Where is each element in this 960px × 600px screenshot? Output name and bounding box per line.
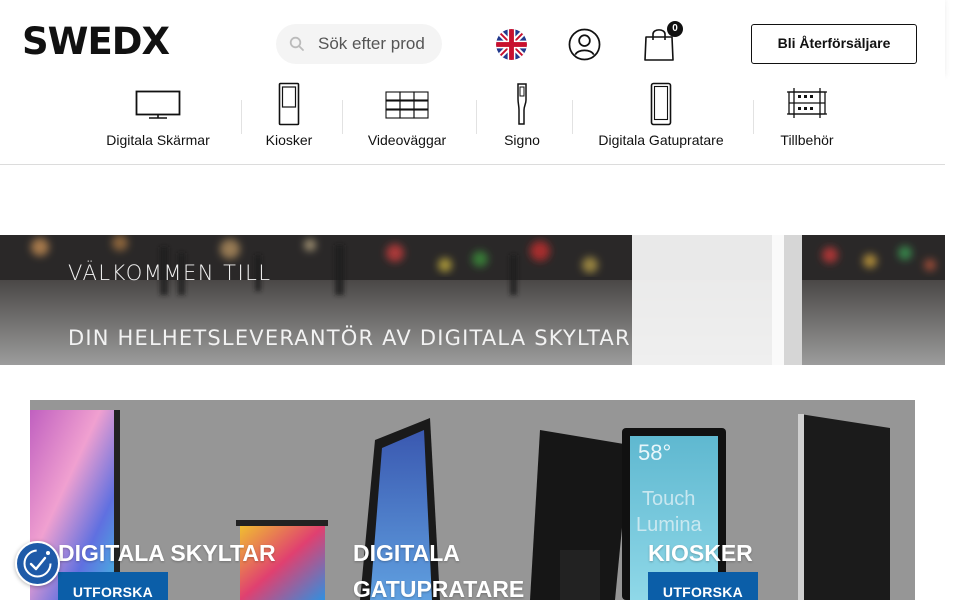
card-title-kiosks[interactable]: KIOSKER xyxy=(648,535,753,571)
search-input[interactable] xyxy=(318,24,442,64)
search-bar[interactable] xyxy=(276,24,442,64)
user-icon[interactable] xyxy=(568,28,601,61)
category-accessories[interactable]: Tillbehör xyxy=(766,76,848,164)
category-street-signs[interactable]: Digitala Gatupratare xyxy=(590,76,732,164)
hero-banner: VÄLKOMMEN TILL DIN HELHETSLEVERANTÖR AV … xyxy=(0,235,945,365)
uk-flag-icon[interactable] xyxy=(496,29,527,60)
card-title-street-signs-line2[interactable]: GATUPRATARE xyxy=(353,571,524,600)
card-title-digital-signs[interactable]: DIGITALA SKYLTAR xyxy=(58,535,276,571)
hero-subtitle: DIN HELHETSLEVERANTÖR AV DIGITALA SKYLTA… xyxy=(68,326,631,350)
street-sign-icon xyxy=(650,82,672,126)
divider xyxy=(753,100,754,134)
explore-digital-signs-button[interactable]: UTFORSKA xyxy=(58,572,168,600)
category-signo[interactable]: Signo xyxy=(492,76,552,164)
category-label: Tillbehör xyxy=(780,132,834,148)
monitor-icon xyxy=(135,90,181,119)
category-kiosks[interactable]: Kiosker xyxy=(249,76,329,164)
screen-text-touch: Touch xyxy=(642,488,696,510)
signo-stand-icon xyxy=(517,83,527,125)
accessibility-icon xyxy=(23,549,52,578)
category-label: Signo xyxy=(504,132,540,148)
video-wall-icon xyxy=(385,91,429,119)
swedx-logo[interactable]: SWEDX xyxy=(22,22,170,62)
divider xyxy=(476,100,477,134)
category-label: Videoväggar xyxy=(367,132,447,148)
mount-bracket-icon xyxy=(787,88,827,118)
category-video-walls[interactable]: Videoväggar xyxy=(357,76,457,164)
category-digital-screens[interactable]: Digitala Skärmar xyxy=(98,76,218,164)
kiosk-icon xyxy=(278,82,300,126)
divider xyxy=(241,100,242,134)
screen-text-temp: 58° xyxy=(638,440,672,465)
divider xyxy=(572,100,573,134)
cart-count-badge: 0 xyxy=(667,21,683,37)
category-label: Kiosker xyxy=(265,132,313,148)
category-label: Digitala Skärmar xyxy=(106,132,210,148)
site-header: SWEDX Sök efter prod 0 Bli Återförsäljar… xyxy=(0,0,945,76)
search-icon xyxy=(289,36,304,51)
page: { "header": { "logo_text": "SWEDX", "sea… xyxy=(0,0,960,600)
explore-kiosks-button[interactable]: UTFORSKA xyxy=(648,572,758,600)
screen-text-lumina: Lumina xyxy=(636,514,702,536)
hero-title: VÄLKOMMEN TILL xyxy=(68,261,272,285)
card-title-street-signs-line1[interactable]: DIGITALA xyxy=(353,535,460,571)
divider xyxy=(342,100,343,134)
accessibility-button[interactable] xyxy=(15,541,60,586)
category-nav: Digitala Skärmar Kiosker Videoväggar Sig… xyxy=(0,76,945,165)
category-label: Digitala Gatupratare xyxy=(598,132,724,148)
product-showcase: 58° Touch Lumina DIGITALA SKYLTAR UTFORS… xyxy=(30,400,915,600)
become-reseller-button[interactable]: Bli Återförsäljare xyxy=(751,24,917,64)
